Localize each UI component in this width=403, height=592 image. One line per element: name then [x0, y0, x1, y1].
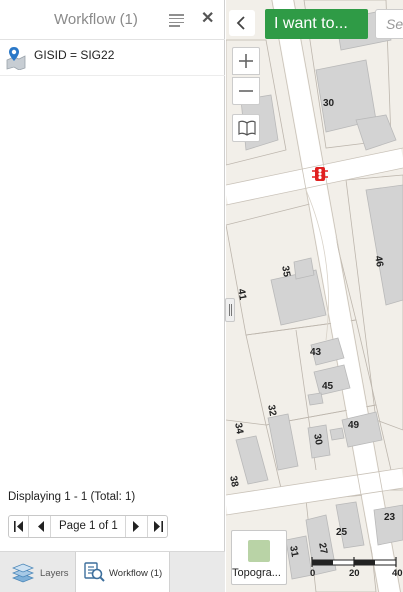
scale-label: 20: [349, 568, 360, 579]
result-label: GISID = SIG22: [34, 48, 115, 62]
plus-icon: [239, 54, 253, 68]
next-page-icon: [133, 521, 139, 532]
workflow-search-icon: [84, 562, 105, 582]
parcel-number-label: 41: [235, 288, 248, 301]
parcel-number-label: 30: [311, 433, 324, 446]
first-page-icon: [14, 521, 23, 532]
result-list-item[interactable]: GISID = SIG22: [0, 40, 225, 76]
tab-workflow[interactable]: Workflow (1): [75, 552, 170, 592]
previous-page-button[interactable]: [31, 516, 51, 537]
map-pin-icon: [6, 47, 26, 70]
parcel-number-label: 46: [372, 255, 385, 268]
scale-label: 40: [392, 568, 403, 579]
panel-header: Workflow (1) ✕: [0, 0, 225, 40]
parcel-number-label: 34: [232, 422, 245, 435]
panel-close-icon[interactable]: ✕: [201, 10, 214, 28]
tab-layers[interactable]: Layers: [0, 552, 74, 592]
workflow-panel: Workflow (1) ✕ GISID = SIG22 Displaying …: [0, 0, 225, 592]
parcel-number-label: 27: [316, 542, 329, 555]
basemap-switcher-button[interactable]: Topogra...: [231, 530, 287, 585]
zoom-in-button[interactable]: [232, 47, 260, 75]
parcel-number-label: 35: [279, 265, 292, 278]
bookmarks-button[interactable]: [232, 114, 260, 142]
parcel-number-label: 43: [310, 347, 322, 358]
last-page-icon: [154, 521, 163, 532]
tab-workflow-label: Workflow (1): [109, 568, 163, 579]
parcel-number-label: 32: [265, 404, 278, 417]
i-want-to-button[interactable]: I want to...: [265, 9, 368, 39]
next-page-button[interactable]: [125, 516, 145, 537]
scale-label: 0: [310, 568, 316, 579]
panel-resize-handle[interactable]: [225, 298, 235, 322]
minus-icon: [239, 90, 253, 92]
layers-icon: [12, 563, 34, 583]
collapse-panel-button[interactable]: [229, 10, 255, 36]
pager: Page 1 of 1: [8, 515, 168, 538]
scale-bar-graphic: [311, 557, 397, 567]
panel-menu-icon[interactable]: [169, 14, 184, 27]
parcel-number-label: 23: [384, 512, 396, 523]
parcel-number-label: 45: [322, 381, 334, 392]
parcel-number-label: 30: [323, 98, 335, 109]
result-count-status: Displaying 1 - 1 (Total: 1): [8, 491, 136, 503]
first-page-button[interactable]: [9, 516, 29, 537]
chevron-left-icon: [236, 16, 245, 30]
parcel-number-label: 31: [287, 545, 300, 558]
parcel-number-label: 49: [348, 420, 360, 431]
panel-tabs: Layers Workflow (1): [0, 551, 225, 592]
tab-layers-label: Layers: [40, 568, 69, 579]
zoom-out-button[interactable]: [232, 77, 260, 105]
open-book-icon: [238, 120, 256, 136]
parcel-number-label: 25: [336, 527, 348, 538]
basemap-label: Topogra...: [232, 567, 281, 579]
scale-bar: 0 20 40: [308, 556, 403, 586]
search-input[interactable]: Search: [375, 9, 403, 39]
last-page-button[interactable]: [147, 516, 167, 537]
basemap-thumbnail: [248, 540, 270, 562]
panel-title: Workflow (1): [54, 11, 138, 28]
page-indicator: Page 1 of 1: [59, 520, 118, 532]
previous-page-icon: [38, 521, 44, 532]
parcel-number-label: 38: [227, 475, 240, 488]
